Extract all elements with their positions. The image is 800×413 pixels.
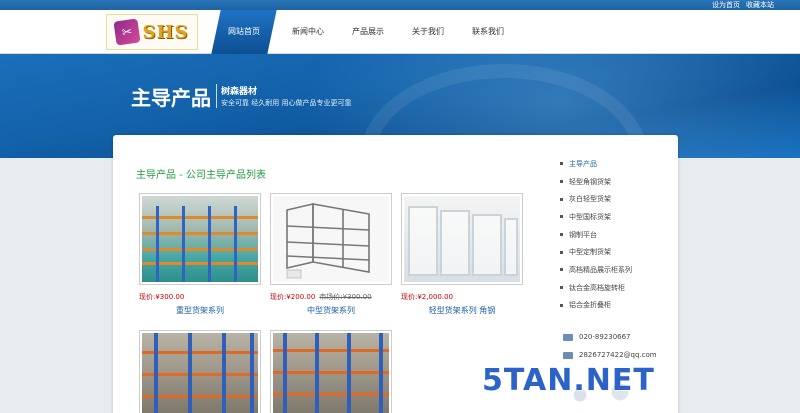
product-price: 现价:¥300.00 (139, 293, 185, 301)
main-nav: 网站首页 新闻中心 产品展示 关于我们 联系我们 (210, 10, 518, 54)
nav-products[interactable]: 产品展示 (338, 10, 398, 54)
bookmark-link[interactable]: 收藏本站 (746, 0, 774, 10)
product-image[interactable] (270, 330, 392, 413)
product-price: 现价:¥2,000.00 (401, 293, 453, 301)
product-category-sidebar: 主导产品 轻型角钢货架 灰白轻型货架 中型国标货架 钢制平台 中型定制货架 高档… (560, 155, 670, 314)
sidebar-item[interactable]: 钢制平台 (560, 226, 670, 244)
product-image[interactable] (270, 193, 392, 285)
top-bar: 设为首页 收藏本站 (0, 0, 800, 10)
product-card: 现价:¥200.00 市场价:¥300.00 中型货架系列 (270, 193, 392, 316)
banner-tagline: 安全可靠 经久耐用 用心做产品专业更可靠 (221, 99, 352, 107)
product-image[interactable] (139, 330, 261, 413)
phone-icon (563, 333, 573, 341)
contact-phone: 020-89230667 (563, 333, 673, 341)
product-name-link[interactable]: 轻型货架系列 角钢 (401, 305, 523, 316)
sidebar-item[interactable]: 钛合金高档旋转柜 (560, 279, 670, 297)
product-old-price: 市场价:¥300.00 (319, 293, 372, 301)
sidebar-item[interactable]: 轻型角钢货架 (560, 173, 670, 191)
product-name-link[interactable]: 中型货架系列 (270, 305, 392, 316)
set-homepage-link[interactable]: 设为首页 (712, 0, 740, 10)
product-card (139, 330, 261, 413)
section-title: 主导产品 - 公司主导产品列表 (136, 170, 266, 181)
banner-divider (216, 84, 217, 108)
banner-title: 主导产品 (131, 86, 211, 110)
nav-news[interactable]: 新闻中心 (278, 10, 338, 54)
sidebar-item[interactable]: 中型定制货架 (560, 243, 670, 261)
sidebar-item[interactable]: 主导产品 (560, 155, 670, 173)
sidebar-item[interactable]: 中型国标货架 (560, 208, 670, 226)
nav-contact[interactable]: 联系我们 (458, 10, 518, 54)
logo-hanger-icon: ✂ (113, 18, 142, 46)
product-price: 现价:¥200.00 市场价:¥300.00 (270, 293, 372, 301)
product-name-link[interactable]: 重型货架系列 (139, 305, 261, 316)
top-links: 设为首页 收藏本站 (712, 0, 774, 10)
site-header: ✂ SHS 网站首页 新闻中心 产品展示 关于我们 联系我们 (0, 10, 800, 54)
product-card: 现价:¥2,000.00 轻型货架系列 角钢 (401, 193, 523, 316)
contact-email: 2826727422@qq.com (563, 351, 673, 359)
nav-about[interactable]: 关于我们 (398, 10, 458, 54)
watermark: 5TAN.NET (482, 363, 655, 398)
sidebar-item[interactable]: 高档精品展示柜系列 (560, 261, 670, 279)
logo-text: SHS (142, 21, 189, 43)
product-card (270, 330, 392, 413)
site-logo[interactable]: ✂ SHS (106, 14, 198, 50)
nav-home[interactable]: 网站首页 (211, 10, 277, 54)
sidebar-item[interactable]: 铝合金折叠柜 (560, 297, 670, 315)
product-image[interactable] (139, 193, 261, 285)
banner-subtitle: 树森器材 (221, 87, 258, 97)
sidebar-item[interactable]: 灰白轻型货架 (560, 190, 670, 208)
product-card: 现价:¥300.00 重型货架系列 (139, 193, 261, 316)
product-image[interactable] (401, 193, 523, 285)
mail-icon (563, 351, 573, 359)
